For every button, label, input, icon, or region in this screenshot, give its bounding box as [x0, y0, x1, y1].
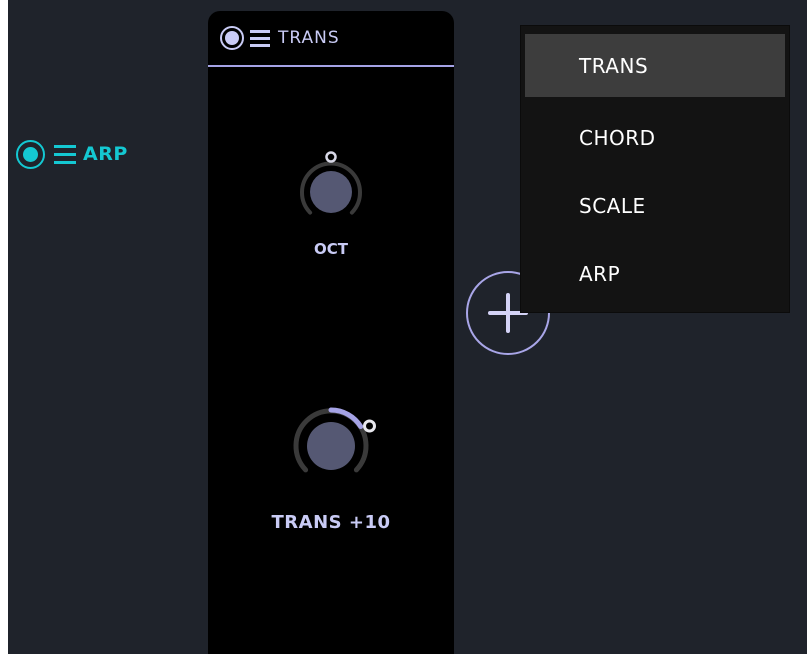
trans-module-header[interactable]: TRANS — [220, 23, 340, 53]
trans-module-panel: TRANS OCT TRANS +10 — [208, 11, 454, 654]
arp-power-icon[interactable] — [16, 139, 45, 169]
arp-menu-icon[interactable] — [54, 144, 76, 164]
trans-knob-indicator — [363, 419, 376, 433]
trans-knob[interactable] — [278, 389, 384, 489]
dropdown-item-scale[interactable]: SCALE — [521, 174, 789, 237]
oct-knob-label: OCT — [314, 240, 348, 258]
module-type-dropdown[interactable]: TRANS CHORD SCALE ARP — [521, 26, 789, 312]
trans-menu-icon[interactable] — [250, 29, 270, 47]
dropdown-item-chord[interactable]: CHORD — [521, 106, 789, 169]
header-divider — [208, 65, 454, 67]
plugin-canvas: ARP TRANS OCT TRANS +10 TRANS CHORD SCAL… — [8, 0, 807, 654]
trans-power-icon[interactable] — [220, 26, 244, 50]
dropdown-item-trans[interactable]: TRANS — [525, 34, 785, 97]
dropdown-item-arp[interactable]: ARP — [521, 242, 789, 305]
arp-module-header[interactable]: ARP — [16, 136, 128, 172]
trans-module-label: TRANS — [278, 28, 340, 48]
oct-knob[interactable] — [282, 137, 380, 229]
arp-module-label: ARP — [83, 143, 128, 165]
oct-knob-indicator — [325, 151, 337, 163]
trans-knob-label: TRANS +10 — [271, 512, 391, 533]
